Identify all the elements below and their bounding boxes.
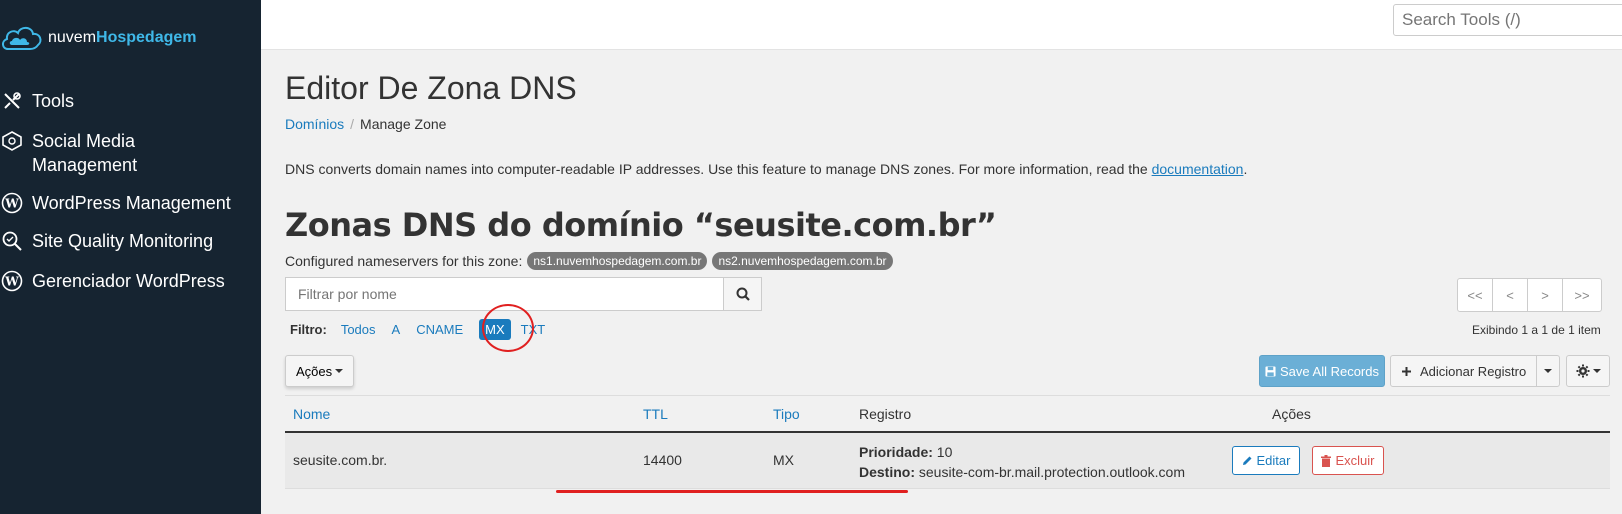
add-record-button[interactable]: Adicionar Registro — [1391, 356, 1537, 386]
nameservers-line: Configured nameservers for this zone: ns… — [285, 252, 893, 270]
highlight-underline — [556, 490, 908, 493]
sidebar-item-label: Tools — [32, 91, 75, 111]
caret-down-icon — [335, 369, 344, 373]
breadcrumb-link-dominios[interactable]: Domínios — [285, 116, 344, 132]
sidebar-item-social-media[interactable]: Social Media Management — [0, 129, 137, 177]
trash-icon — [1321, 454, 1332, 467]
search-tools-input[interactable] — [1393, 4, 1622, 36]
record-ttl: 14400 — [643, 452, 682, 468]
dns-records-table: Nome TTL Tipo Registro Ações seusite.com… — [285, 395, 1610, 489]
delete-label: Excluir — [1335, 453, 1375, 468]
sidebar-item-label: WordPress Management — [32, 193, 231, 213]
breadcrumb-current: Manage Zone — [360, 116, 447, 132]
column-header-acoes: Ações — [1272, 406, 1311, 422]
table-header: Nome TTL Tipo Registro Ações — [285, 395, 1610, 433]
search-icon — [736, 287, 750, 301]
breadcrumb: Domínios / Manage Zone — [285, 116, 446, 132]
description-end: . — [1243, 161, 1248, 177]
caret-down-icon — [1544, 369, 1552, 373]
sidebar-item-label: Social Media Management — [32, 131, 138, 175]
priority-label: Prioridade: — [859, 444, 933, 460]
page-next-button[interactable]: > — [1527, 278, 1563, 312]
svg-text:W: W — [4, 197, 19, 211]
description-text: DNS converts domain names into computer-… — [285, 161, 1152, 177]
sidebar-item-label: Site Quality Monitoring — [32, 231, 214, 251]
column-header-registro: Registro — [859, 406, 912, 422]
plus-icon — [1402, 366, 1411, 376]
nameservers-label: Configured nameservers for this zone: — [285, 253, 523, 269]
tools-icon — [0, 89, 24, 113]
filter-label: Filtro: — [290, 321, 327, 337]
actions-label: Ações — [296, 363, 333, 379]
svg-text:W: W — [4, 275, 19, 289]
sidebar-item-site-quality[interactable]: Site Quality Monitoring — [0, 229, 213, 253]
page-prev-button[interactable]: < — [1492, 278, 1528, 312]
column-header-tipo[interactable]: Tipo — [773, 406, 800, 422]
breadcrumb-separator: / — [350, 116, 355, 132]
highlight-circle — [482, 304, 534, 352]
magnifier-icon — [0, 229, 24, 253]
pagination: << < > >> — [1457, 278, 1602, 312]
filter-search-button[interactable] — [723, 277, 762, 311]
edit-record-button[interactable]: Editar — [1232, 446, 1300, 475]
page-description: DNS converts domain names into computer-… — [285, 161, 1247, 177]
documentation-link[interactable]: documentation — [1152, 161, 1244, 177]
save-all-records-button[interactable]: Save All Records — [1259, 355, 1385, 387]
sidebar: nuvemHospedagem Tools Social Media Manage… — [0, 0, 261, 514]
page-title: Editor De Zona DNS — [285, 70, 577, 106]
sidebar-item-gerenciador-wordpress[interactable]: W Gerenciador WordPress — [0, 269, 225, 293]
column-header-nome[interactable]: Nome — [293, 406, 330, 422]
caret-down-icon — [1592, 369, 1601, 373]
zone-title: Zonas DNS do domínio “seusite.com.br” — [285, 206, 997, 244]
social-media-icon — [0, 129, 24, 153]
table-row: seusite.com.br. 14400 MX Prioridade: 10 … — [285, 433, 1610, 489]
add-record-label: Adicionar Registro — [1420, 363, 1527, 379]
add-record-dropdown-toggle[interactable] — [1537, 369, 1559, 373]
wordpress-icon: W — [0, 269, 24, 293]
settings-dropdown-button[interactable] — [1566, 355, 1610, 387]
pencil-icon — [1242, 456, 1252, 465]
record-type: MX — [773, 452, 794, 468]
logo-text: nuvemHospedagem — [48, 29, 197, 46]
sidebar-item-wordpress-management[interactable]: W WordPress Management — [0, 191, 231, 215]
add-record-button-group: Adicionar Registro — [1390, 355, 1560, 387]
delete-record-button[interactable]: Excluir — [1312, 446, 1384, 475]
pagination-status: Exibindo 1 a 1 de 1 item — [1472, 323, 1601, 337]
edit-label: Editar — [1256, 453, 1291, 468]
column-header-ttl[interactable]: TTL — [643, 406, 668, 422]
wordpress-icon: W — [0, 191, 24, 215]
page-first-button[interactable]: << — [1457, 278, 1493, 312]
save-label: Save All Records — [1280, 363, 1379, 379]
priority-value: 10 — [936, 444, 953, 460]
record-value: Prioridade: 10 Destino: seusite-com-br.m… — [859, 442, 1185, 482]
filter-a[interactable]: A — [392, 322, 401, 337]
gear-icon — [1576, 364, 1589, 378]
nameserver-badge: ns2.nuvemhospedagem.com.br — [712, 252, 893, 270]
destination-label: Destino: — [859, 464, 915, 480]
filter-cname[interactable]: CNAME — [416, 322, 463, 337]
page-last-button[interactable]: >> — [1562, 278, 1602, 312]
logo[interactable]: nuvemHospedagem — [0, 22, 197, 54]
actions-dropdown-button[interactable]: Ações — [285, 355, 355, 387]
sidebar-item-tools[interactable]: Tools — [0, 89, 74, 113]
cloud-icon — [2, 26, 42, 50]
nameserver-badge: ns1.nuvemhospedagem.com.br — [527, 252, 708, 270]
record-name: seusite.com.br. — [293, 452, 388, 468]
filter-box — [285, 277, 762, 311]
destination-value: seusite-com-br.mail.protection.outlook.c… — [918, 464, 1185, 480]
filter-todos[interactable]: Todos — [341, 322, 376, 337]
sidebar-item-label: Gerenciador WordPress — [32, 271, 225, 291]
save-icon — [1265, 365, 1276, 377]
